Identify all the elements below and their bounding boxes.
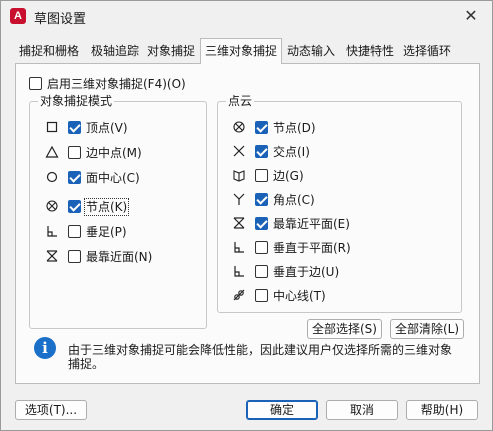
tab-snap-grid[interactable]: 捕捉和栅格 — [15, 41, 83, 63]
mode-perpendicular[interactable]: 垂足(P) — [68, 222, 127, 240]
pc-centerline-checkbox[interactable] — [255, 289, 268, 302]
mode-node[interactable]: 节点(K) — [68, 197, 130, 216]
pc-nearest-plane-checkbox[interactable] — [255, 217, 268, 230]
dialog-title: 草图设置 — [34, 12, 87, 27]
mode-perpendicular-label: 垂足(P) — [86, 224, 127, 239]
node-icon — [45, 199, 59, 213]
pc-corner-checkbox[interactable] — [255, 193, 268, 206]
pc-intersection[interactable]: 交点(I) — [255, 142, 310, 160]
triangle-icon — [45, 145, 59, 159]
pc-centerline[interactable]: 中心线(T) — [255, 286, 326, 304]
pc-nearest-plane-label: 最靠近平面(E) — [273, 216, 350, 231]
pc-centerline-label: 中心线(T) — [273, 288, 326, 303]
app-icon: A — [10, 8, 26, 24]
centerline-icon — [232, 288, 246, 302]
tab-panel: 启用三维对象捕捉(F4)(O) 对象捕捉模式 顶点(V) 边中点(M) 面中心(… — [15, 63, 480, 384]
pc-intersection-label: 交点(I) — [273, 144, 310, 159]
object-snap-modes-title: 对象捕捉模式 — [38, 93, 115, 109]
pc-node-label: 节点(D) — [273, 120, 316, 135]
pc-perpendicular-edge-checkbox[interactable] — [255, 265, 268, 278]
mode-node-checkbox[interactable] — [68, 200, 81, 213]
pc-perpendicular-plane-checkbox[interactable] — [255, 241, 268, 254]
sketch-settings-dialog: A 草图设置 ✕ 捕捉和栅格 极轴追踪 对象捕捉 三维对象捕捉 动态输入 快捷特… — [0, 0, 493, 431]
close-icon[interactable]: ✕ — [460, 6, 482, 26]
perpendicular-icon — [232, 264, 246, 278]
tab-dynamic-input[interactable]: 动态输入 — [283, 41, 339, 63]
mode-nearest-face[interactable]: 最靠近面(N) — [68, 247, 152, 265]
pc-nearest-plane[interactable]: 最靠近平面(E) — [255, 214, 350, 232]
mode-nearest-face-checkbox[interactable] — [68, 250, 81, 263]
perpendicular-icon — [232, 240, 246, 254]
mode-perpendicular-checkbox[interactable] — [68, 225, 81, 238]
mode-vertex-checkbox[interactable] — [68, 121, 81, 134]
tab-quick-properties[interactable]: 快捷特性 — [342, 41, 398, 63]
mode-face-center-checkbox[interactable] — [68, 171, 81, 184]
pc-edge[interactable]: 边(G) — [255, 166, 304, 184]
corner-icon — [232, 192, 246, 206]
mode-face-center[interactable]: 面中心(C) — [68, 168, 140, 186]
node-icon — [232, 120, 246, 134]
info-icon: i — [34, 337, 56, 359]
mode-node-label: 节点(K) — [83, 197, 130, 216]
enable-3d-osnap-checkbox[interactable] — [29, 77, 42, 90]
tab-object-snap[interactable]: 对象捕捉 — [143, 41, 199, 63]
tab-selection-cycling[interactable]: 选择循环 — [399, 41, 455, 63]
mode-vertex[interactable]: 顶点(V) — [68, 118, 128, 136]
hourglass-icon — [232, 216, 246, 230]
circle-icon — [45, 170, 59, 184]
enable-3d-osnap-label: 启用三维对象捕捉(F4)(O) — [47, 76, 186, 91]
pc-corner[interactable]: 角点(C) — [255, 190, 315, 208]
mode-edge-midpoint-checkbox[interactable] — [68, 146, 81, 159]
pc-perpendicular-edge[interactable]: 垂直于边(U) — [255, 262, 339, 280]
tab-3d-object-snap[interactable]: 三维对象捕捉 — [200, 38, 283, 64]
mode-nearest-face-label: 最靠近面(N) — [86, 249, 153, 264]
tab-polar-tracking[interactable]: 极轴追踪 — [87, 41, 143, 63]
title-bar: A 草图设置 ✕ — [1, 1, 492, 31]
point-cloud-group: 点云 节点(D) 交点(I) 边(G) 角点(C) 最靠近平面(E) 垂直于平面… — [217, 93, 462, 313]
mode-face-center-label: 面中心(C) — [86, 170, 140, 185]
mode-edge-midpoint[interactable]: 边中点(M) — [68, 143, 142, 161]
pc-perpendicular-plane[interactable]: 垂直于平面(R) — [255, 238, 351, 256]
square-icon — [45, 120, 59, 134]
cancel-button[interactable]: 取消 — [326, 400, 398, 420]
edge-icon — [232, 168, 246, 182]
select-all-button[interactable]: 全部选择(S) — [307, 319, 382, 339]
pc-edge-checkbox[interactable] — [255, 169, 268, 182]
perpendicular-icon — [45, 224, 59, 238]
enable-3d-osnap[interactable]: 启用三维对象捕捉(F4)(O) — [29, 74, 186, 92]
pc-intersection-checkbox[interactable] — [255, 145, 268, 158]
help-button[interactable]: 帮助(H) — [406, 400, 478, 420]
object-snap-modes-group: 对象捕捉模式 顶点(V) 边中点(M) 面中心(C) 节点(K) 垂足(P) 最… — [29, 93, 207, 329]
info-text: 由于三维对象捕捉可能会降低性能，因此建议用户仅选择所需的三维对象捕捉。 — [68, 343, 453, 371]
pc-perpendicular-plane-label: 垂直于平面(R) — [273, 240, 351, 255]
pc-perpendicular-edge-label: 垂直于边(U) — [273, 264, 340, 279]
hourglass-icon — [45, 249, 59, 263]
mode-vertex-label: 顶点(V) — [86, 120, 128, 135]
options-button[interactable]: 选项(T)... — [15, 400, 87, 420]
intersection-icon — [232, 144, 246, 158]
pc-node[interactable]: 节点(D) — [255, 118, 316, 136]
mode-edge-midpoint-label: 边中点(M) — [86, 145, 142, 160]
pc-corner-label: 角点(C) — [273, 192, 315, 207]
point-cloud-title: 点云 — [226, 93, 255, 109]
ok-button[interactable]: 确定 — [246, 400, 318, 420]
pc-node-checkbox[interactable] — [255, 121, 268, 134]
pc-edge-label: 边(G) — [273, 168, 304, 183]
clear-all-button[interactable]: 全部清除(L) — [390, 319, 464, 339]
